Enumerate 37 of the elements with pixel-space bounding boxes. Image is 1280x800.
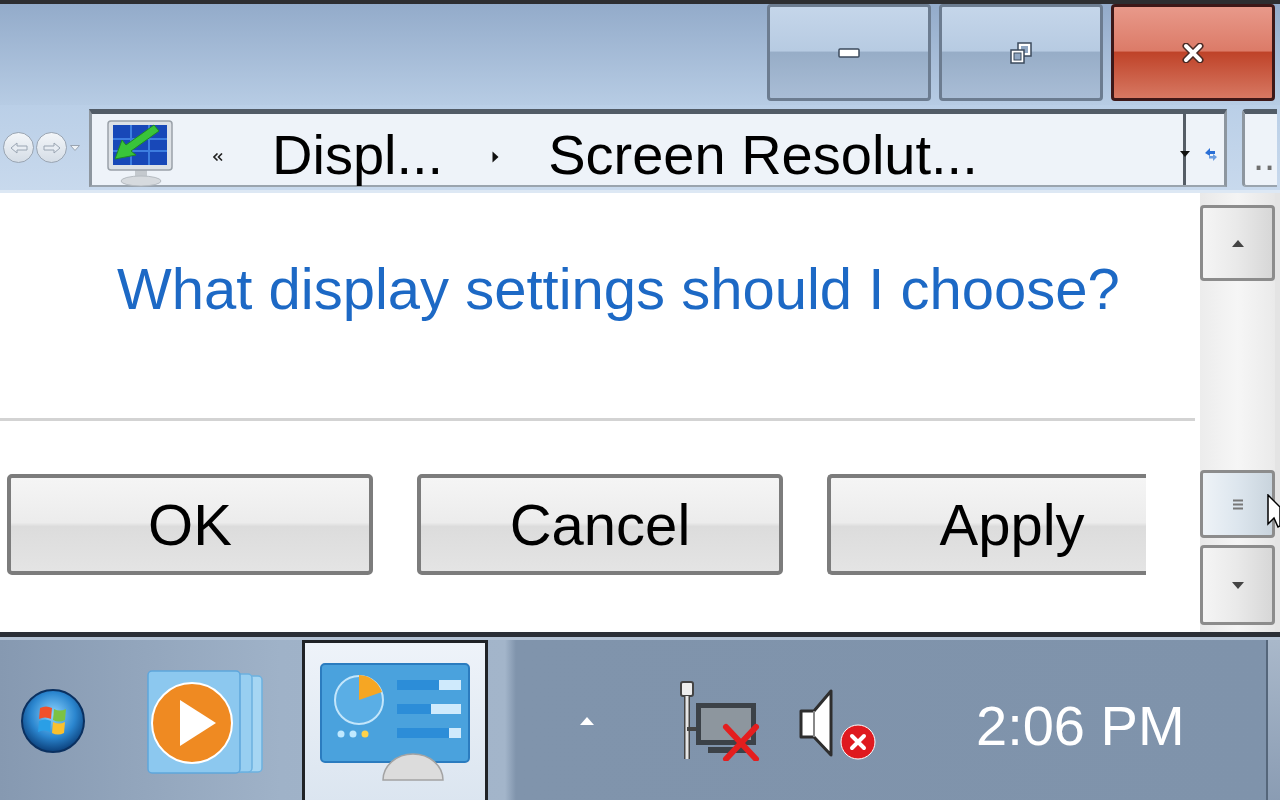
left-arrow-icon (9, 141, 28, 154)
right-arrow-icon (42, 141, 61, 154)
down-arrow-icon (1231, 581, 1244, 589)
close-icon (1182, 42, 1204, 63)
minimize-button[interactable] (767, 4, 931, 101)
network-icon (680, 681, 756, 759)
speaker-icon (799, 689, 833, 757)
search-field[interactable]: .. (1242, 108, 1277, 187)
cursor-icon (1267, 494, 1280, 530)
refresh-icon[interactable] (1204, 146, 1218, 162)
address-field[interactable]: Displ... Screen Resolut... (89, 108, 1227, 187)
breadcrumb-arrow-icon[interactable] (492, 151, 500, 163)
restore-icon (1010, 41, 1032, 64)
back-button[interactable] (3, 132, 34, 163)
dashboard-icon (319, 661, 471, 784)
dialog-button[interactable]: OK (7, 474, 373, 575)
network-button[interactable] (680, 681, 760, 761)
minimize-icon (838, 47, 860, 58)
show-desktop-button[interactable] (1266, 640, 1280, 800)
up-arrow-icon (1231, 239, 1244, 247)
close-button[interactable] (1111, 4, 1275, 101)
help-link[interactable]: What display settings should I choose? (117, 256, 1120, 322)
scroll-down-button[interactable] (1200, 545, 1275, 625)
start-button[interactable] (20, 688, 86, 754)
double-chevron-icon[interactable] (213, 153, 223, 161)
caret-down-icon[interactable] (1180, 151, 1190, 157)
dialog-button[interactable]: Apply (827, 474, 1146, 575)
taskbar-button[interactable] (302, 640, 488, 800)
dialog-button[interactable]: Cancel (417, 474, 783, 575)
orb-icon (20, 688, 86, 754)
restore-button[interactable] (939, 4, 1103, 101)
breadcrumb[interactable]: Screen Resolut... (548, 126, 978, 183)
forward-button[interactable] (36, 132, 67, 163)
grip-icon (1231, 498, 1244, 510)
caret-up-icon (580, 717, 594, 725)
scroll-thumb[interactable] (1200, 470, 1275, 538)
scroll-up-button[interactable] (1200, 205, 1275, 281)
